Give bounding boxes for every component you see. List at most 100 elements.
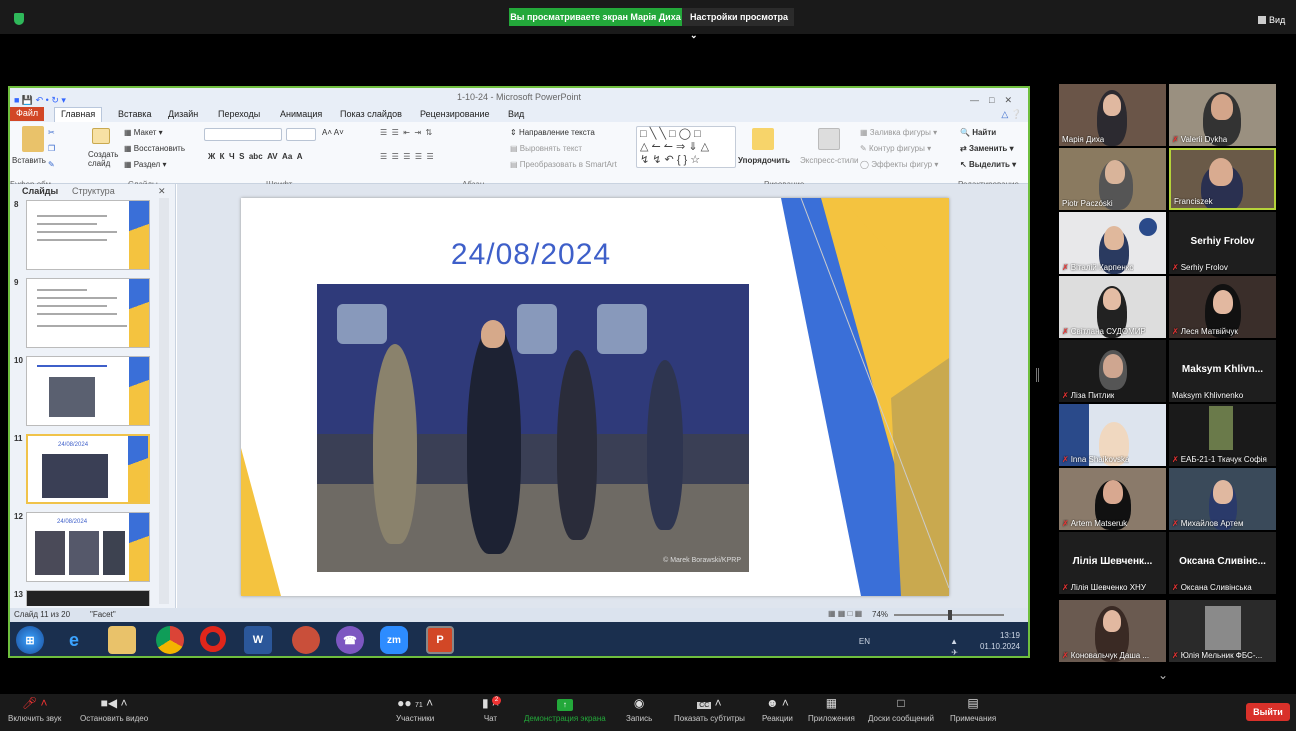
pane-tab-slides[interactable]: Слайды bbox=[22, 186, 58, 196]
grow-font-icon[interactable]: A˄ A˅ bbox=[322, 128, 344, 137]
captions-button[interactable]: CC ˄ Показать субтитры bbox=[674, 696, 745, 723]
shape-outline-button[interactable]: ✎ Контур фигуры ▾ bbox=[860, 144, 931, 153]
word-icon[interactable]: W bbox=[244, 626, 272, 654]
participant-tile-active-speaker[interactable]: Franciszek bbox=[1169, 148, 1276, 210]
leave-button[interactable]: Выйти bbox=[1246, 703, 1290, 721]
participant-tile[interactable]: Оксана Сливінс... ✗ Оксана Сливінська bbox=[1169, 532, 1276, 594]
smartart-button[interactable]: ▤ Преобразовать в SmartArt bbox=[510, 160, 617, 169]
opera-icon[interactable] bbox=[200, 626, 226, 652]
quick-styles-button[interactable]: Экспресс-стили bbox=[800, 156, 859, 165]
view-buttons[interactable]: ▦ ▦ □ ▦ bbox=[828, 609, 862, 618]
shield-icon[interactable] bbox=[14, 13, 24, 25]
close-icon[interactable]: ✕ bbox=[158, 186, 166, 197]
new-slide-icon[interactable] bbox=[92, 128, 110, 144]
section-button[interactable]: ▦ Раздел ▾ bbox=[124, 160, 166, 169]
chevron-down-icon[interactable]: ⌄ bbox=[1158, 668, 1168, 682]
reactions-button[interactable]: ☻ ˄ Реакции bbox=[762, 696, 793, 723]
record-button[interactable]: ◉ Запись bbox=[626, 696, 652, 723]
participant-tile[interactable]: ✗ Inna Shaikovska bbox=[1059, 404, 1166, 466]
shapes-gallery[interactable]: □ ╲ ╲ □ ◯ □ △ ↼ ↼ ⇒ ⇓ △ ↯ ↯ ↶ { } ☆ bbox=[636, 126, 736, 168]
select-button[interactable]: ↖ Выделить ▾ bbox=[960, 160, 1016, 169]
new-slide-button[interactable]: Создать слайд bbox=[88, 150, 122, 168]
ie-icon[interactable]: e bbox=[60, 626, 88, 654]
slide-thumbnail[interactable]: 13 bbox=[14, 590, 154, 606]
whiteboards-button[interactable]: □ Доски сообщений bbox=[868, 696, 934, 723]
tab-review[interactable]: Рецензирование bbox=[420, 109, 490, 119]
tab-file[interactable]: Файл bbox=[10, 107, 45, 121]
paste-icon[interactable] bbox=[22, 126, 44, 152]
slide-thumbnail-selected[interactable]: 11 24/08/2024 bbox=[14, 434, 154, 506]
share-screen-button[interactable]: ↑ Демонстрация экрана bbox=[524, 696, 606, 723]
participant-tile[interactable]: ✗ Михайлов Артем bbox=[1169, 468, 1276, 530]
text-direction-button[interactable]: ⇕ Направление текста bbox=[510, 128, 595, 137]
participant-tile[interactable]: ✗ Artem Matseruk bbox=[1059, 468, 1166, 530]
language-indicator[interactable]: EN bbox=[859, 636, 870, 647]
tab-animation[interactable]: Анимация bbox=[280, 109, 322, 119]
arrange-icon[interactable] bbox=[752, 128, 774, 150]
slide-thumbnail[interactable]: 8 bbox=[14, 200, 154, 272]
participant-tile[interactable]: ✗ Віталій Карпенко bbox=[1059, 212, 1166, 274]
chrome-icon[interactable] bbox=[156, 626, 184, 654]
tab-design[interactable]: Дизайн bbox=[168, 109, 198, 119]
quick-styles-icon[interactable] bbox=[818, 128, 840, 150]
pane-scrollbar[interactable] bbox=[159, 198, 169, 604]
tab-home[interactable]: Главная bbox=[54, 107, 103, 122]
font-format-buttons[interactable]: Ж К Ч S abc AV Aa A bbox=[208, 152, 303, 161]
pane-tab-outline[interactable]: Структура bbox=[72, 186, 115, 196]
participant-tile[interactable]: ✗ Юлія Мельник ФБС-... bbox=[1169, 600, 1276, 662]
paint-icon[interactable] bbox=[292, 626, 320, 654]
zoom-slider-thumb[interactable] bbox=[948, 610, 952, 620]
participant-tile[interactable]: Serhiy Frolov ✗ Serhiy Frolov bbox=[1169, 212, 1276, 274]
font-name-select[interactable] bbox=[204, 128, 282, 141]
align-text-button[interactable]: ▤ Выровнять текст bbox=[510, 144, 582, 153]
slide-thumbnail[interactable]: 9 bbox=[14, 278, 154, 350]
tab-insert[interactable]: Вставка bbox=[118, 109, 151, 119]
participant-tile[interactable]: Maksym Khlivn... Maksym Khlivnenko bbox=[1169, 340, 1276, 402]
view-button[interactable]: Вид bbox=[1258, 15, 1285, 25]
list-buttons[interactable]: ☰ ☰ ⇤ ⇥ ⇅ bbox=[380, 128, 432, 137]
slide-canvas[interactable]: 24/08/2024 © Marek Borawski/KPRP bbox=[241, 198, 949, 596]
folder-icon[interactable] bbox=[108, 626, 136, 654]
align-buttons[interactable]: ☰ ☰ ☰ ☰ ☰ bbox=[380, 152, 434, 161]
tab-transitions[interactable]: Переходы bbox=[218, 109, 260, 119]
format-painter-icon[interactable]: ✎ bbox=[48, 160, 55, 169]
zoom-app-icon[interactable]: zm bbox=[380, 626, 408, 654]
viber-icon[interactable]: ☎ bbox=[336, 626, 364, 654]
mute-button[interactable]: 🎤︎ ˄ Включить звук bbox=[8, 696, 61, 723]
video-button[interactable]: ■◀ ˄ Остановить видео bbox=[80, 696, 148, 723]
participant-tile[interactable]: ✗ ЕАБ-21-1 Ткачук Софія bbox=[1169, 404, 1276, 466]
replace-button[interactable]: ⇄ Заменить ▾ bbox=[960, 144, 1014, 153]
tray-icons[interactable]: ▲ ✈ ▮ ♬ ⚑ bbox=[950, 636, 958, 656]
participant-tile[interactable]: Лілія Шевченк... ✗ Лілія Шевченко ХНУ bbox=[1059, 532, 1166, 594]
participant-tile[interactable]: Марія Диха bbox=[1059, 84, 1166, 146]
tab-slideshow[interactable]: Показ слайдов bbox=[340, 109, 402, 119]
layout-button[interactable]: ▦ Макет ▾ bbox=[124, 128, 163, 137]
powerpoint-icon[interactable]: P bbox=[426, 626, 454, 654]
windows-start-icon[interactable]: ⊞ bbox=[16, 626, 44, 654]
help-icon[interactable]: △ ❔ bbox=[1001, 109, 1022, 120]
participant-tile[interactable]: ✗ Коновальчук Даша ... bbox=[1059, 600, 1166, 662]
shape-fill-button[interactable]: ▦ Заливка фигуры ▾ bbox=[860, 128, 937, 137]
arrange-button[interactable]: Упорядочить bbox=[738, 156, 790, 165]
paste-button[interactable]: Вставить bbox=[12, 156, 46, 165]
shape-effects-button[interactable]: ◯ Эффекты фигур ▾ bbox=[860, 160, 938, 169]
notes-button[interactable]: ▤ Примечания bbox=[950, 696, 996, 723]
copy-icon[interactable]: ❐ bbox=[48, 144, 55, 153]
tab-view[interactable]: Вид bbox=[508, 109, 524, 119]
participant-tile[interactable]: ✗ Ліза Питлик bbox=[1059, 340, 1166, 402]
cut-icon[interactable]: ✂ bbox=[48, 128, 55, 137]
participant-tile[interactable]: ✗ Леся Матвійчук bbox=[1169, 276, 1276, 338]
participant-tile[interactable]: ✗ Світлана СУДОМИР bbox=[1059, 276, 1166, 338]
zoom-level[interactable]: 74% bbox=[872, 610, 888, 619]
restore-button[interactable]: ▦ Восстановить bbox=[124, 144, 185, 153]
participants-button[interactable]: ●● 71 ˄ Участники bbox=[396, 696, 434, 723]
participant-tile[interactable]: Piotr Paczóski bbox=[1059, 148, 1166, 210]
panel-resize-handle[interactable] bbox=[1036, 368, 1039, 382]
view-options-button[interactable]: Настройки просмотра ⌄ bbox=[682, 8, 794, 40]
slide-thumbnail[interactable]: 12 24/08/2024 bbox=[14, 512, 154, 584]
chat-button[interactable]: ▮ ˄ Чат 2 bbox=[482, 696, 501, 723]
participant-tile[interactable]: ✗ Valerii Dykha bbox=[1169, 84, 1276, 146]
apps-button[interactable]: ▦ Приложения bbox=[808, 696, 855, 723]
slide-thumbnail[interactable]: 10 bbox=[14, 356, 154, 428]
find-button[interactable]: 🔍 Найти bbox=[960, 128, 996, 137]
